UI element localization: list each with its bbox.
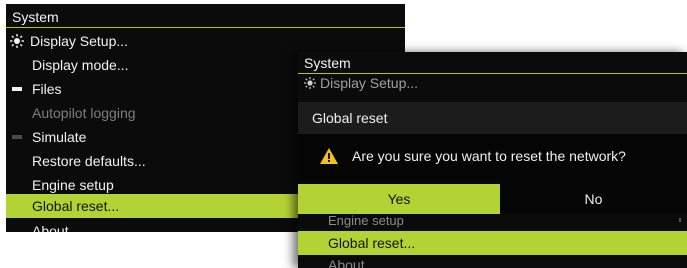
- menu-item-label: Restore defaults...: [32, 152, 146, 169]
- no-button-label: No: [584, 191, 603, 207]
- menu-item-label: Files: [32, 80, 62, 97]
- dash-icon: [6, 134, 28, 139]
- menu-header: System: [6, 4, 405, 28]
- menu-item-label: About: [32, 222, 69, 233]
- yes-button-label: Yes: [387, 191, 411, 207]
- menu-title: System: [12, 9, 59, 25]
- dialog-title-bar: Global reset: [298, 102, 687, 134]
- menu-item-global-reset[interactable]: Global reset...: [298, 231, 687, 255]
- warning-icon: [320, 148, 338, 164]
- menu-item-display-setup[interactable]: Display Setup...: [6, 29, 405, 52]
- scroll-indicator: [679, 218, 681, 222]
- menu-item-engine-setup[interactable]: Engine setup: [298, 214, 687, 228]
- menu-item-display-setup[interactable]: Display Setup...: [298, 73, 687, 93]
- menu-item-label: Autopilot logging: [32, 104, 136, 121]
- yes-button[interactable]: Yes: [298, 184, 500, 214]
- header-divider: [6, 27, 405, 28]
- system-menu-with-dialog-panel: System Display Setup... Global reset Are…: [298, 52, 687, 268]
- sun-icon: [298, 77, 318, 89]
- menu-item-label: Display mode...: [32, 56, 129, 73]
- menu-item-label: Display Setup...: [30, 32, 129, 49]
- menu-item-label: Engine setup: [32, 176, 114, 193]
- dialog-title: Global reset: [312, 110, 388, 126]
- menu-item-label: Simulate: [32, 128, 87, 145]
- menu-item-label: Display Setup...: [320, 75, 419, 91]
- dialog-message: Are you sure you want to reset the netwo…: [352, 148, 626, 164]
- menu-item-label: Engine setup: [328, 214, 404, 228]
- dialog-message-row: Are you sure you want to reset the netwo…: [298, 134, 687, 178]
- global-reset-dialog: Global reset Are you sure you want to re…: [298, 102, 687, 214]
- no-button[interactable]: No: [500, 184, 687, 214]
- menu-item-label: Global reset...: [328, 235, 416, 251]
- menu-item-label: Global reset...: [32, 198, 120, 214]
- sun-icon: [6, 33, 28, 48]
- menu-header: System: [298, 52, 687, 74]
- dash-icon: [6, 86, 28, 91]
- menu-item-label: About: [328, 257, 365, 268]
- menu-title: System: [304, 55, 351, 71]
- menu-item-about[interactable]: About: [298, 255, 687, 268]
